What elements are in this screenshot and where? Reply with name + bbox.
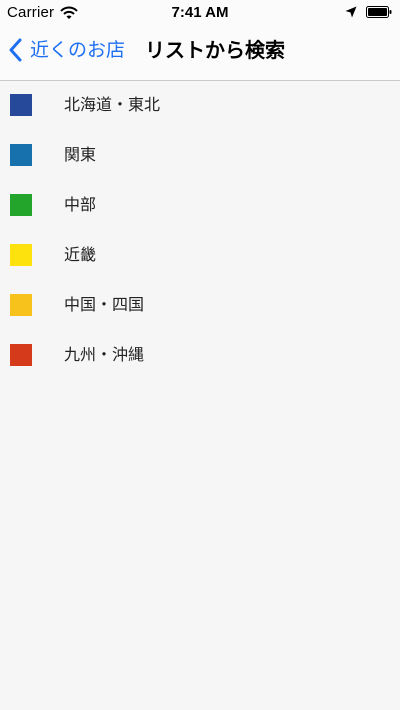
battery-icon bbox=[366, 6, 392, 18]
region-label: 九州・沖縄 bbox=[64, 345, 145, 364]
region-item-kyushu-okinawa[interactable]: 九州・沖縄 bbox=[0, 331, 400, 381]
chevron-left-icon bbox=[8, 38, 22, 62]
region-label: 関東 bbox=[64, 145, 97, 164]
region-label: 北海道・東北 bbox=[64, 95, 161, 114]
region-item-hokkaido-tohoku[interactable]: 北海道・東北 bbox=[0, 81, 400, 131]
region-label: 近畿 bbox=[64, 245, 97, 264]
region-item-kanto[interactable]: 関東 bbox=[0, 131, 400, 181]
region-item-chugoku-shikoku[interactable]: 中国・四国 bbox=[0, 281, 400, 331]
region-color-swatch bbox=[10, 344, 32, 366]
region-label: 中部 bbox=[64, 195, 97, 214]
status-bar: Carrier 7:41 AM bbox=[0, 0, 400, 26]
region-color-swatch bbox=[10, 144, 32, 166]
region-list: 北海道・東北 関東 中部 近畿 中国・四国 九州・沖縄 bbox=[0, 81, 400, 381]
region-item-chubu[interactable]: 中部 bbox=[0, 181, 400, 231]
region-color-swatch bbox=[10, 94, 32, 116]
top-bars: Carrier 7:41 AM 近くのお店 リストから検索 bbox=[0, 0, 400, 81]
region-label: 中国・四国 bbox=[64, 295, 145, 314]
region-color-swatch bbox=[10, 244, 32, 266]
location-arrow-icon bbox=[345, 6, 357, 18]
navigation-bar: 近くのお店 リストから検索 bbox=[0, 26, 400, 80]
back-button-label: 近くのお店 bbox=[30, 39, 126, 61]
page-title: リストから検索 bbox=[145, 38, 285, 62]
region-color-swatch bbox=[10, 194, 32, 216]
region-item-kinki[interactable]: 近畿 bbox=[0, 231, 400, 281]
back-button[interactable]: 近くのお店 bbox=[8, 36, 125, 64]
region-color-swatch bbox=[10, 294, 32, 316]
status-right bbox=[345, 6, 392, 18]
status-time: 7:41 AM bbox=[171, 4, 229, 21]
